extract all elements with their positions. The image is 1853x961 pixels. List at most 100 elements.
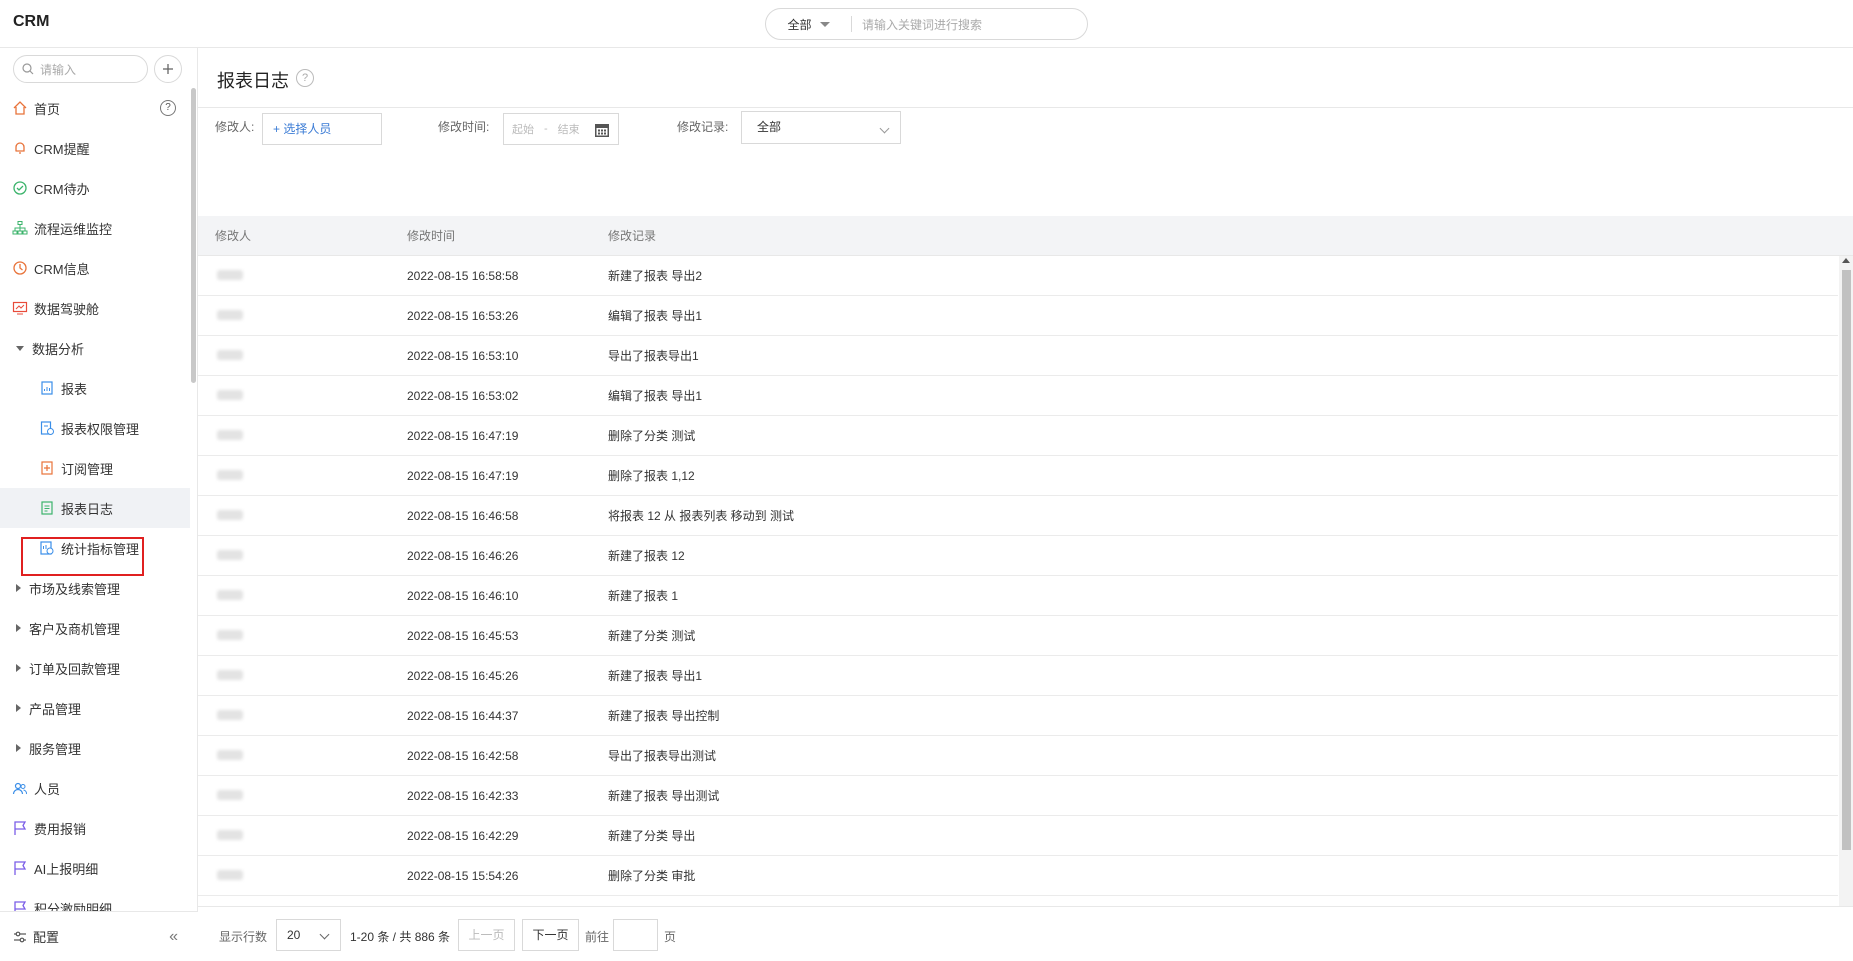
collapsed-triangle-icon	[16, 624, 21, 632]
table-row[interactable]: 2022-08-15 16:44:37 新建了报表 导出控制	[198, 696, 1838, 736]
record-cell: 新建了报表 导出2	[608, 269, 703, 283]
sidebar-search-placeholder: 请输入	[40, 62, 77, 77]
sidebar-item-15[interactable]: 产品管理	[0, 688, 190, 728]
sidebar-item-label: AI上报明细	[34, 861, 99, 877]
select-person-button[interactable]: + 选择人员	[262, 113, 382, 145]
expanded-triangle-icon	[16, 345, 24, 351]
sidebar-item-14[interactable]: 订单及回款管理	[0, 648, 190, 688]
scroll-up-arrow-icon[interactable]	[1842, 258, 1850, 263]
page-title: 报表日志	[217, 71, 289, 91]
time-cell: 2022-08-15 16:44:37	[407, 708, 519, 723]
time-cell: 2022-08-15 16:42:58	[407, 748, 519, 763]
table-row[interactable]: 2022-08-15 16:46:10 新建了报表 1	[198, 576, 1838, 616]
dashboard-icon	[12, 300, 28, 316]
sidebar-item-label: 数据驾驶舱	[34, 301, 100, 317]
table-row[interactable]: 2022-08-15 16:42:33 新建了报表 导出测试	[198, 776, 1838, 816]
table-row[interactable]: 2022-08-15 16:45:26 新建了报表 导出1	[198, 656, 1838, 696]
sidebar-item-9[interactable]: 订阅管理	[0, 448, 190, 488]
record-cell: 编辑了报表 导出1	[608, 309, 703, 323]
goto-label: 前往	[585, 930, 610, 944]
scrollbar-thumb[interactable]	[1842, 270, 1851, 850]
add-button[interactable]	[154, 55, 182, 83]
page-header: 报表日志 ?	[198, 48, 1853, 108]
table-row[interactable]: 2022-08-15 16:42:29 新建了分类 导出	[198, 816, 1838, 856]
report-permission-icon	[39, 420, 55, 436]
search-input[interactable]: 请输入关键词进行搜索	[852, 16, 982, 33]
search-scope-select[interactable]: 全部	[766, 16, 852, 32]
table-scrollbar[interactable]	[1839, 256, 1853, 954]
table-row[interactable]: 2022-08-15 15:54:26 删除了分类 审批	[198, 856, 1838, 896]
redacted-name	[217, 269, 243, 280]
sidebar-item-label: 首页	[34, 101, 61, 117]
sidebar-item-12[interactable]: 市场及线索管理	[0, 568, 190, 608]
org-chart-icon	[12, 220, 28, 236]
check-circle-icon	[12, 180, 28, 196]
sidebar-item-8[interactable]: 报表权限管理	[0, 408, 190, 448]
flag-icon	[12, 860, 28, 876]
table-row[interactable]: 2022-08-15 16:53:26 编辑了报表 导出1	[198, 296, 1838, 336]
record-type-select[interactable]: 全部	[741, 111, 901, 144]
date-start: 起始	[512, 124, 534, 136]
prev-page-button[interactable]: 上一页	[458, 919, 515, 951]
sidebar-item-11[interactable]: 统计指标管理	[0, 528, 190, 568]
next-page-button[interactable]: 下一页	[522, 919, 579, 951]
config-link[interactable]: 配置	[33, 927, 59, 946]
table-row[interactable]: 2022-08-15 16:53:02 编辑了报表 导出1	[198, 376, 1838, 416]
table-row[interactable]: 2022-08-15 16:42:58 导出了报表导出测试	[198, 736, 1838, 776]
sidebar-scrollbar[interactable]	[191, 88, 196, 383]
table-row[interactable]: 2022-08-15 16:46:58 将报表 12 从 报表列表 移动到 测试	[198, 496, 1838, 536]
date-end: 结束	[557, 124, 580, 136]
sidebar-item-label: 报表权限管理	[61, 421, 140, 437]
table-row[interactable]: 2022-08-15 16:45:53 新建了分类 测试	[198, 616, 1838, 656]
sidebar-search-input[interactable]: 请输入	[13, 55, 148, 83]
sidebar-item-3[interactable]: 流程运维监控	[0, 208, 190, 248]
modifier-cell	[198, 589, 392, 603]
record-cell: 新建了分类 导出	[608, 829, 696, 843]
time-cell: 2022-08-15 16:47:19	[407, 468, 519, 483]
modifier-cell	[198, 309, 392, 323]
main-content: 报表日志 ? 修改人: + 选择人员 修改时间: 起始 - 结束 修改记录: 全…	[198, 48, 1853, 961]
sidebar-item-13[interactable]: 客户及商机管理	[0, 608, 190, 648]
plus-icon	[163, 64, 173, 74]
sidebar-item-0[interactable]: 首页?	[0, 88, 190, 128]
sidebar-item-label: 费用报销	[34, 821, 87, 837]
date-range-picker[interactable]: 起始 - 结束	[503, 113, 619, 145]
table-row[interactable]: 2022-08-15 16:58:58 新建了报表 导出2	[198, 256, 1838, 296]
table-row[interactable]: 2022-08-15 16:47:19 删除了分类 测试	[198, 416, 1838, 456]
time-cell: 2022-08-15 16:42:29	[407, 828, 519, 843]
redacted-name	[217, 549, 243, 560]
sidebar-footer: 配置 «	[0, 911, 198, 961]
time-cell: 2022-08-15 16:53:26	[407, 308, 519, 323]
sidebar-item-label: 产品管理	[29, 701, 82, 717]
sidebar-item-16[interactable]: 服务管理	[0, 728, 190, 768]
table-row[interactable]: 2022-08-15 16:47:19 删除了报表 1,12	[198, 456, 1838, 496]
sidebar-item-label: 订单及回款管理	[29, 661, 121, 677]
page-size-select[interactable]: 20	[276, 919, 341, 951]
sidebar-item-1[interactable]: CRM提醒	[0, 128, 190, 168]
table-row[interactable]: 2022-08-15 16:53:10 导出了报表导出1	[198, 336, 1838, 376]
goto-page-input[interactable]	[613, 919, 658, 951]
sidebar-item-18[interactable]: 费用报销	[0, 808, 190, 848]
flag-icon	[12, 820, 28, 836]
collapse-sidebar-icon[interactable]: «	[169, 928, 178, 946]
modifier-cell	[198, 829, 392, 843]
record-cell: 删除了分类 审批	[608, 869, 696, 883]
sidebar-item-17[interactable]: 人员	[0, 768, 190, 808]
report-icon	[39, 380, 55, 396]
sidebar-item-label: 统计指标管理	[61, 541, 140, 557]
sidebar-item-10[interactable]: 报表日志	[0, 488, 190, 528]
redacted-name	[217, 469, 243, 480]
time-cell: 2022-08-15 16:47:19	[407, 428, 519, 443]
redacted-name	[217, 749, 243, 760]
sidebar-item-4[interactable]: CRM信息	[0, 248, 190, 288]
sidebar-item-7[interactable]: 报表	[0, 368, 190, 408]
help-icon[interactable]: ?	[160, 100, 176, 116]
sidebar-item-6[interactable]: 数据分析	[0, 328, 190, 368]
global-search[interactable]: 全部 请输入关键词进行搜索	[765, 8, 1088, 40]
help-icon[interactable]: ?	[296, 69, 314, 87]
table-row[interactable]: 2022-08-15 16:46:26 新建了报表 12	[198, 536, 1838, 576]
report-log-icon	[39, 500, 55, 516]
sidebar-item-19[interactable]: AI上报明细	[0, 848, 190, 888]
sidebar-item-2[interactable]: CRM待办	[0, 168, 190, 208]
sidebar-item-5[interactable]: 数据驾驶舱	[0, 288, 190, 328]
